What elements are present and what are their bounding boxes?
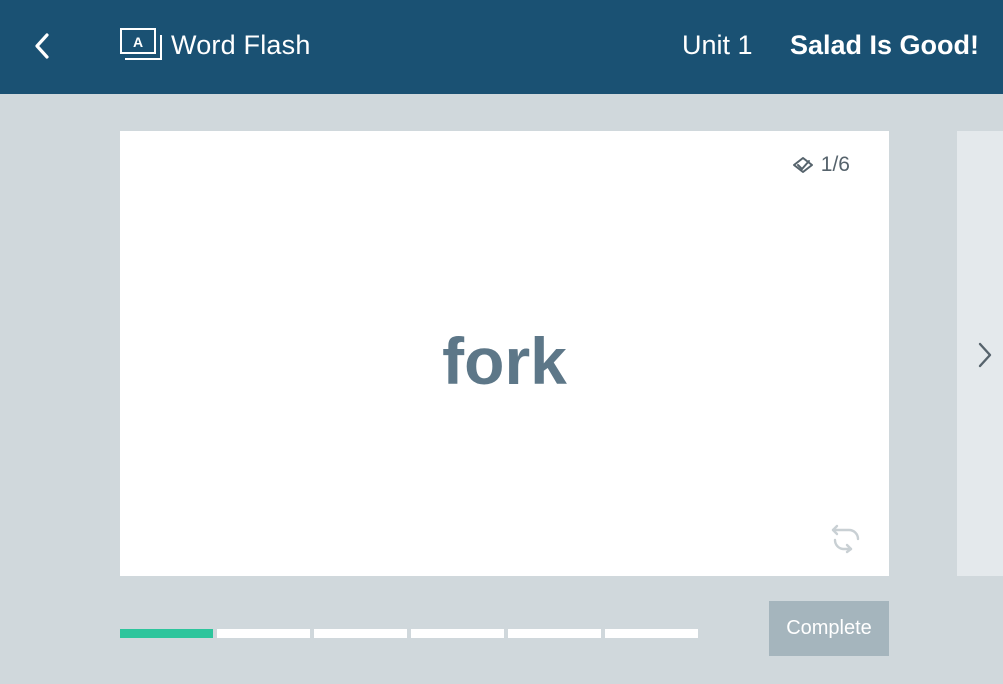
flashcard[interactable]: 1/6 fork [120,131,889,576]
double-check-icon [792,157,813,173]
flip-arrows-icon [831,524,860,554]
progress-segment [217,629,310,638]
back-button[interactable] [26,26,58,66]
flashcard-icon: A [120,28,162,60]
chevron-left-icon [35,33,49,59]
progress-bar [120,629,698,638]
unit-label: Unit 1 [682,30,753,60]
flip-button[interactable] [829,522,863,554]
flashcard-icon-letter: A [133,34,143,50]
progress-segment [411,629,504,638]
progress-segment [605,629,698,638]
progress-segment [120,629,213,638]
chevron-right-icon [978,342,992,368]
progress-segment [508,629,601,638]
lesson-title: Salad Is Good! [790,30,980,60]
counter-text: 1/6 [820,153,850,176]
next-card-button[interactable] [957,131,1003,576]
top-bar: A Word Flash Unit 1 Salad Is Good! [0,0,1003,94]
card-counter: 1/6 [791,153,850,177]
app-title: Word Flash [171,30,311,60]
progress-segment [314,629,407,638]
complete-button[interactable]: Complete [769,601,889,656]
flashcard-word: fork [442,324,567,398]
